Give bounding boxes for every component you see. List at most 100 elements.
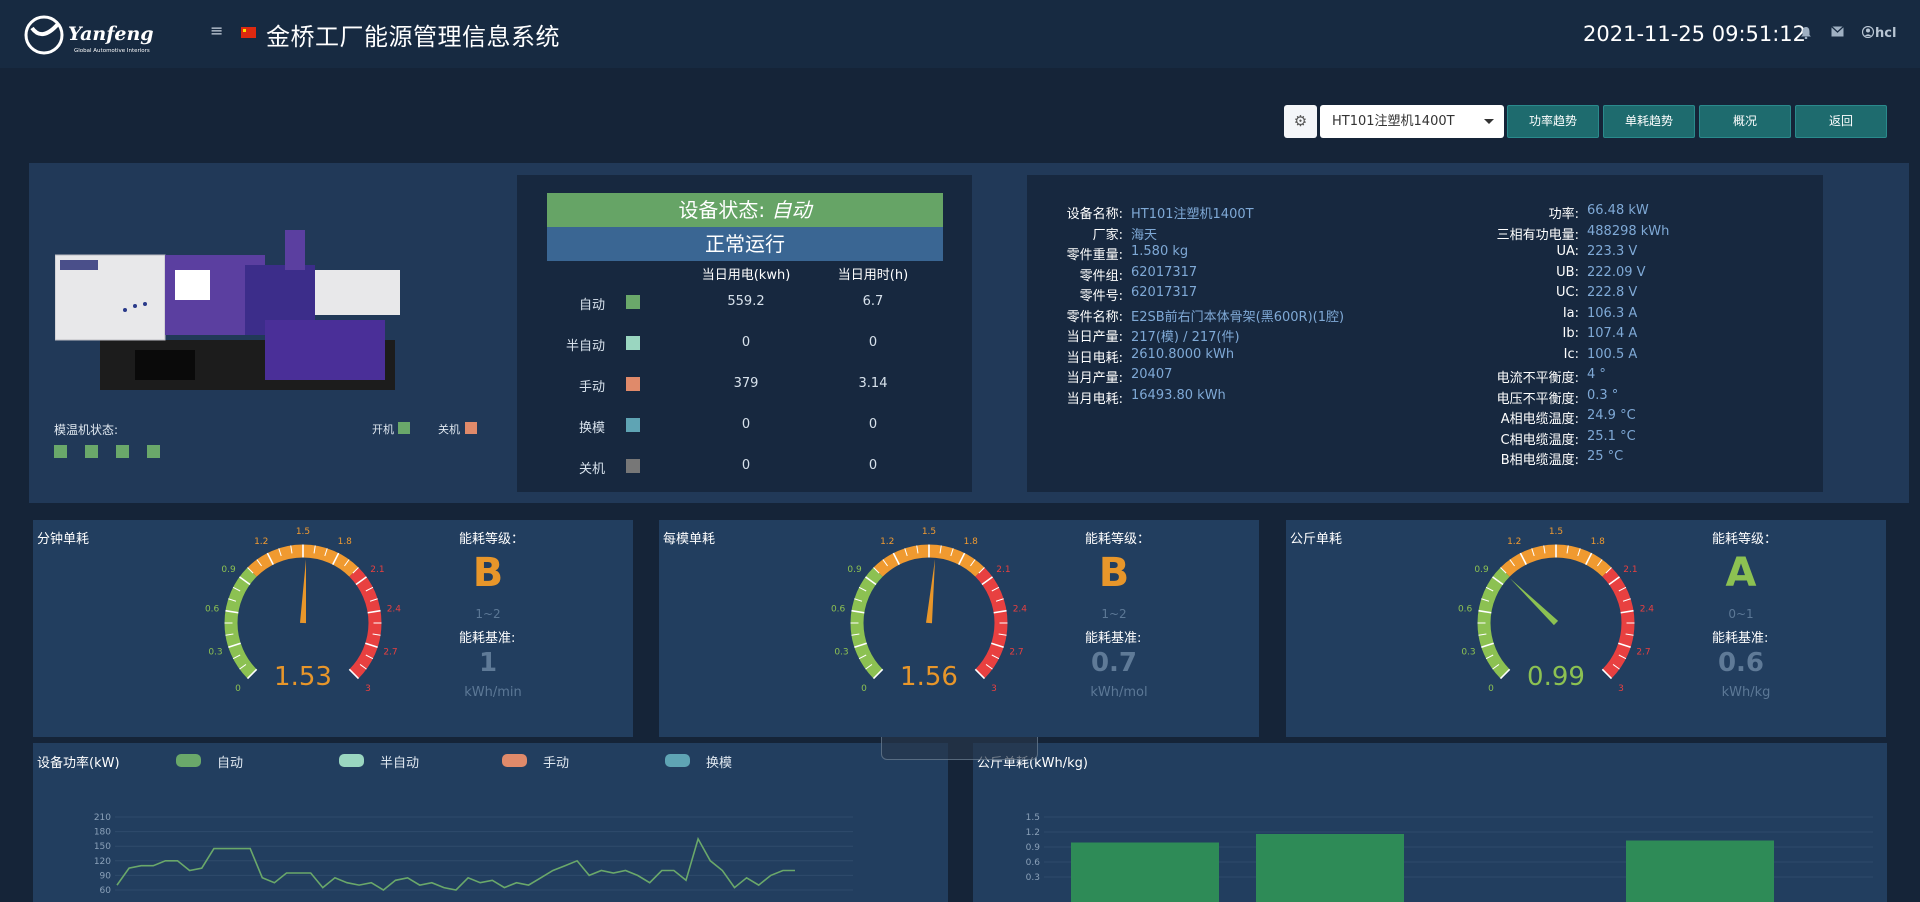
- status-row-label: 半自动: [565, 339, 605, 354]
- overview-button[interactable]: 概况: [1699, 105, 1791, 138]
- gauge-tick-label: 1.8: [964, 537, 979, 547]
- status-row-label: 换模: [578, 421, 605, 436]
- flag-icon[interactable]: [241, 27, 256, 38]
- kg-ytick-label: 0.3: [1026, 873, 1040, 883]
- info-value: 106.3 A: [1587, 305, 1638, 321]
- gauge-tick-label: 1.2: [880, 537, 894, 547]
- gauge-tick-label: 2.4: [387, 605, 402, 615]
- gauge-tick-label: 0.9: [1474, 565, 1489, 575]
- legend-swatch[interactable]: [502, 754, 527, 767]
- status-color-swatch: [626, 336, 640, 350]
- info-value: 20407: [1131, 367, 1173, 382]
- energy-grade-range: 0~1: [1728, 607, 1754, 621]
- energy-grade: B: [1098, 550, 1130, 596]
- gauge-tick-label: 3: [991, 684, 997, 694]
- running-status-bar: 正常运行: [547, 227, 943, 261]
- gauge-tick-label: 2.1: [370, 565, 384, 575]
- settings-button[interactable]: ⚙: [1284, 105, 1317, 138]
- legend-label[interactable]: 自动: [217, 752, 243, 771]
- info-label: 功率:: [1548, 207, 1579, 222]
- status-energy-value: 379: [733, 376, 759, 391]
- info-label: 当月产量:: [1066, 371, 1123, 386]
- gauge-title: 分钟单耗: [37, 532, 90, 547]
- gauge-title: 每模单耗: [663, 532, 716, 547]
- gauge-tick-label: 1.5: [922, 527, 936, 537]
- status-energy-value: 0: [741, 335, 751, 350]
- energy-gauge: 0 0.3 0.6 0.9 1.2 1.5 1.8 2.1 2.4 2.7 3 1.53: [205, 527, 402, 694]
- info-label: 零件重量:: [1066, 248, 1123, 263]
- mold-legend-on-swatch: [398, 422, 410, 434]
- info-label: UA:: [1556, 244, 1579, 259]
- yanfeng-logo[interactable]: Yanfeng Global Automotive Interiors: [24, 12, 179, 58]
- gauge-tick-label: 1.8: [1591, 537, 1606, 547]
- energy-base-value: 0.7: [1090, 648, 1138, 678]
- power-ytick-label: 210: [94, 813, 111, 823]
- gauge-tick-label: 1.5: [1549, 527, 1563, 537]
- gauge-tick-label: 2.1: [996, 565, 1010, 575]
- status-hours-value: 3.14: [858, 376, 888, 391]
- legend-label[interactable]: 手动: [543, 752, 569, 771]
- energy-base-label: 能耗基准:: [1712, 631, 1769, 646]
- legend-label[interactable]: 换模: [706, 752, 732, 771]
- mold-state-indicator: [54, 445, 67, 458]
- info-value: 2610.8000 kWh: [1131, 346, 1235, 362]
- gauge-needle: [1510, 578, 1559, 626]
- gauge-needle: [300, 559, 307, 624]
- status-hours-value: 6.7: [862, 294, 884, 309]
- device-status-bar: 设备状态: 自动: [547, 193, 943, 227]
- status-color-swatch: [626, 377, 640, 391]
- legend-swatch[interactable]: [665, 754, 690, 767]
- power-line-chart: 210 180 150 120 90 60: [94, 813, 853, 896]
- energy-base-label: 能耗基准:: [1085, 631, 1142, 646]
- bell-icon[interactable]: [1800, 26, 1812, 43]
- consumption-trend-button[interactable]: 单耗趋势: [1603, 105, 1695, 138]
- info-value: 222.8 V: [1587, 285, 1638, 300]
- info-value: 222.09 V: [1587, 264, 1646, 280]
- gauge-tick-label: 1.5: [296, 527, 310, 537]
- machine-select[interactable]: HT101注塑机1400T: [1320, 105, 1504, 138]
- status-energy-value: 0: [741, 417, 751, 432]
- user-icon[interactable]: [1861, 25, 1875, 42]
- chevron-down-icon: [1484, 119, 1494, 124]
- info-label: 电流不平衡度:: [1496, 371, 1579, 386]
- status-energy-value: 0: [741, 458, 751, 473]
- status-row-label: 手动: [578, 380, 605, 395]
- energy-gauge: 0 0.3 0.6 0.9 1.2 1.5 1.8 2.1 2.4 2.7 3 1.56: [831, 527, 1028, 694]
- gauge-value: 1.53: [274, 662, 332, 692]
- kg-ytick-label: 1.2: [1026, 828, 1040, 838]
- info-value: 100.5 A: [1587, 346, 1638, 362]
- info-value: 海天: [1131, 227, 1158, 243]
- gauge-tick-label: 0: [1488, 684, 1494, 694]
- mold-legend-off-swatch: [465, 422, 477, 434]
- legend-label[interactable]: 半自动: [380, 752, 419, 771]
- info-value: 107.4 A: [1587, 326, 1638, 341]
- user-name[interactable]: hcl: [1875, 26, 1896, 41]
- legend-swatch[interactable]: [339, 754, 364, 767]
- gear-icon: ⚙: [1293, 112, 1308, 130]
- mold-state-indicator: [147, 445, 160, 458]
- info-label: 当月电耗:: [1066, 391, 1123, 407]
- kg-ytick-label: 0.9: [1026, 843, 1041, 853]
- gauge-tick-label: 0.3: [208, 647, 222, 657]
- info-value: 16493.80 kWh: [1131, 387, 1226, 403]
- status-energy-value: 559.2: [727, 294, 765, 309]
- info-label: UB:: [1556, 264, 1579, 280]
- info-value: 217(模) / 217(件): [1131, 330, 1240, 345]
- mail-icon[interactable]: [1831, 26, 1844, 41]
- info-label: UC:: [1556, 285, 1579, 300]
- energy-grade: A: [1725, 550, 1757, 596]
- power-trend-button[interactable]: 功率趋势: [1507, 105, 1599, 138]
- power-ytick-label: 60: [100, 886, 112, 896]
- mold-legend-off-label: 关机: [438, 423, 460, 436]
- info-label: 零件号:: [1079, 289, 1123, 304]
- info-label: A相电缆温度:: [1500, 412, 1579, 427]
- back-button[interactable]: 返回: [1795, 105, 1887, 138]
- gauge-tick-label: 2.4: [1013, 605, 1028, 615]
- gauge-tick-label: 3: [1618, 684, 1624, 694]
- info-label: 设备名称:: [1066, 207, 1123, 222]
- legend-swatch[interactable]: [176, 754, 201, 767]
- menu-icon[interactable]: ≡: [210, 23, 224, 39]
- gauge-tick-label: 2.7: [383, 647, 397, 657]
- gauge-tick-label: 2.1: [1623, 565, 1637, 575]
- info-value: 25 °C: [1587, 449, 1624, 464]
